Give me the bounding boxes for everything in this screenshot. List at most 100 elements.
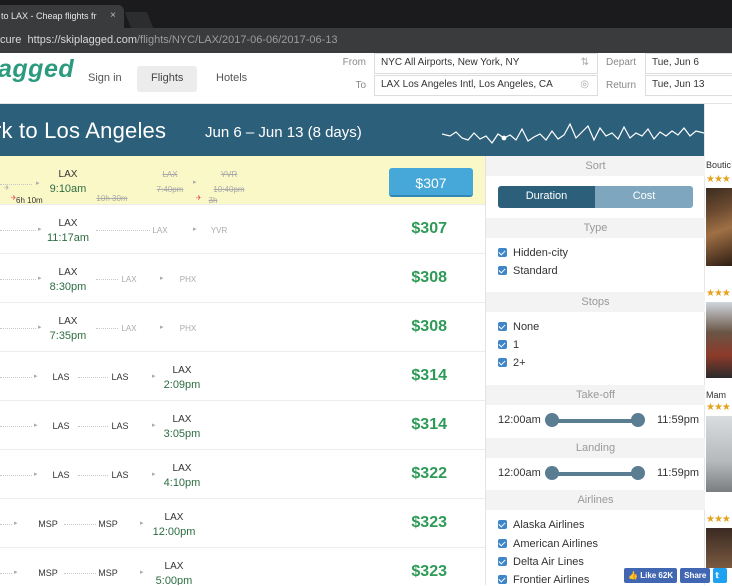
sort-header: Sort (486, 156, 705, 176)
alt-time-b: 10:40pm (213, 185, 245, 194)
site-logo[interactable]: agged (0, 55, 74, 84)
to-value: LAX Los Angeles Intl, Los Angeles, CA (381, 79, 553, 90)
facebook-share-button[interactable]: Share (680, 568, 711, 583)
flight-result-row[interactable]: ▸ LAS LAS ▸ LAX 3:05pm $314 (0, 401, 485, 450)
alt-duration: 10h 30m (96, 194, 128, 203)
sort-duration-button[interactable]: Duration (498, 186, 595, 208)
arrow-icon: ▸ (160, 324, 164, 331)
browser-tab-active[interactable]: to LAX - Cheap flights fr × (0, 5, 124, 28)
checkbox-label: Alaska Airlines (513, 519, 585, 531)
price[interactable]: $308 (411, 269, 447, 287)
depart-field[interactable]: Tue, Jun 6 (645, 53, 732, 74)
alt-time-a: 7:40pm (156, 185, 184, 194)
return-value: Tue, Jun 13 (652, 79, 705, 90)
checkbox-checked-icon (498, 539, 507, 548)
arrow-icon: ▸ (160, 275, 164, 282)
price-button[interactable]: $307 (389, 168, 473, 197)
tab-close-icon[interactable]: × (110, 10, 116, 21)
return-field[interactable]: Tue, Jun 13 (645, 75, 732, 96)
to-field[interactable]: LAX Los Angeles Intl, Los Angeles, CA ◎ (374, 75, 598, 96)
takeoff-slider[interactable]: 12:00am 11:59pm (498, 412, 699, 430)
hotel-image[interactable] (706, 188, 732, 266)
swap-icon[interactable]: ⇅ (581, 57, 589, 68)
airline-american-checkbox[interactable]: American Airlines (498, 538, 598, 550)
type-header: Type (486, 218, 705, 238)
flight-result-row[interactable]: ▸ MSP MSP ▸ LAX 12:00pm $323 (0, 499, 485, 548)
location-icon[interactable]: ◎ (580, 79, 589, 90)
nav-sign-in[interactable]: Sign in (74, 66, 136, 92)
slider-handle-min[interactable] (545, 466, 559, 480)
arrow-icon: ▸ (193, 179, 197, 186)
destination-code: LAX (58, 267, 78, 278)
airline-delta-checkbox[interactable]: Delta Air Lines (498, 556, 584, 568)
price[interactable]: $314 (411, 416, 447, 434)
alt-airport-b: YVR (220, 170, 238, 179)
price[interactable]: $323 (411, 563, 447, 581)
nav-flights[interactable]: Flights (137, 66, 198, 92)
slider-handle-max[interactable] (631, 466, 645, 480)
arrow-icon: ▸ (152, 422, 156, 429)
address-bar[interactable]: cure https://skiplagged.com/flights/NYC/… (0, 28, 732, 53)
flight-results-list: ✈ ▸ LAX 9:10am 6h 10m ✈ 10h 30m LAX 7:40… (0, 156, 485, 585)
slider-handle-max[interactable] (631, 413, 645, 427)
landing-header: Landing (486, 438, 705, 458)
destination-code: LAX (58, 218, 78, 229)
flight-result-row[interactable]: ▸ LAX 7:35pm LAX ▸ PHX $308 (0, 303, 485, 352)
twitter-icon[interactable]: 𝕥 (713, 568, 728, 583)
airline-alaska-checkbox[interactable]: Alaska Airlines (498, 519, 585, 531)
stop-code: LAS (52, 421, 70, 431)
hotel-image[interactable] (706, 416, 732, 492)
checkbox-checked-icon (498, 340, 507, 349)
sort-cost-button[interactable]: Cost (595, 186, 693, 208)
from-field[interactable]: NYC All Airports, New York, NY ⇅ (374, 53, 598, 74)
hotel-image[interactable] (706, 302, 732, 378)
airline-frontier-checkbox[interactable]: Frontier Airlines (498, 574, 589, 586)
type-standard-checkbox[interactable]: Standard (498, 265, 558, 277)
nav-hotels[interactable]: Hotels (202, 66, 261, 92)
price[interactable]: $307 (411, 220, 447, 238)
checkbox-checked-icon (498, 557, 507, 566)
destination-code: LAX (172, 365, 192, 376)
price[interactable]: $322 (411, 465, 447, 483)
landing-slider[interactable]: 12:00am 11:59pm (498, 465, 699, 483)
from-label: From (342, 57, 366, 68)
destination-code: LAX (164, 512, 184, 523)
price[interactable]: $323 (411, 514, 447, 532)
price[interactable]: $314 (411, 367, 447, 385)
stops-header: Stops (486, 292, 705, 312)
hotel-name[interactable]: Boutic (706, 160, 731, 170)
flight-result-row[interactable]: ▸ LAS LAS ▸ LAX 2:09pm $314 (0, 352, 485, 401)
facebook-like-button[interactable]: 👍 Like 62K (624, 568, 678, 583)
stops-one-checkbox[interactable]: 1 (498, 339, 519, 351)
stops-two-plus-checkbox[interactable]: 2+ (498, 357, 526, 369)
arrival-time: 5:00pm (155, 575, 193, 585)
hotel-name[interactable]: Mam (706, 390, 726, 400)
price[interactable]: $308 (411, 318, 447, 336)
flight-result-row[interactable]: ▸ LAS LAS ▸ LAX 4:10pm $322 (0, 450, 485, 499)
arrow-icon: ▸ (34, 422, 38, 429)
stop-code: YVR (210, 226, 228, 235)
flight-result-row[interactable]: ▸ LAX 11:17am LAX ▸ YVR $307 (0, 205, 485, 254)
arrow-icon: ▸ (36, 180, 40, 187)
plane-icon: ✈ (4, 185, 10, 192)
flight-result-row[interactable]: ✈ ▸ LAX 9:10am 6h 10m ✈ 10h 30m LAX 7:40… (0, 156, 485, 205)
arrival-time: 2:09pm (163, 379, 201, 391)
stop-code: LAX (121, 275, 137, 284)
url-path: /flights/NYC/LAX/2017-06-06/2017-06-13 (136, 34, 338, 46)
checkbox-checked-icon (498, 575, 507, 584)
flight-result-row[interactable]: ▸ MSP MSP ▸ LAX 5:00pm $323 (0, 548, 485, 585)
hotel-stars: ★★★ (706, 174, 731, 185)
stops-none-checkbox[interactable]: None (498, 321, 539, 333)
flight-result-row[interactable]: ▸ LAX 8:30pm LAX ▸ PHX $308 (0, 254, 485, 303)
destination-code: LAX (58, 169, 78, 180)
hidden-city-icon: ✈ (196, 195, 202, 202)
route-banner: rk to Los Angeles Jun 6 – Jun 13 (8 days… (0, 104, 704, 156)
hotel-image[interactable] (706, 528, 732, 568)
slider-handle-min[interactable] (545, 413, 559, 427)
arrow-icon: ▸ (140, 520, 144, 527)
sort-toggle[interactable]: Duration Cost (498, 186, 693, 208)
price-trend-sparkline[interactable] (442, 114, 704, 148)
type-hidden-city-checkbox[interactable]: Hidden-city (498, 247, 568, 259)
new-tab-button[interactable] (124, 12, 154, 28)
arrow-icon: ▸ (152, 471, 156, 478)
